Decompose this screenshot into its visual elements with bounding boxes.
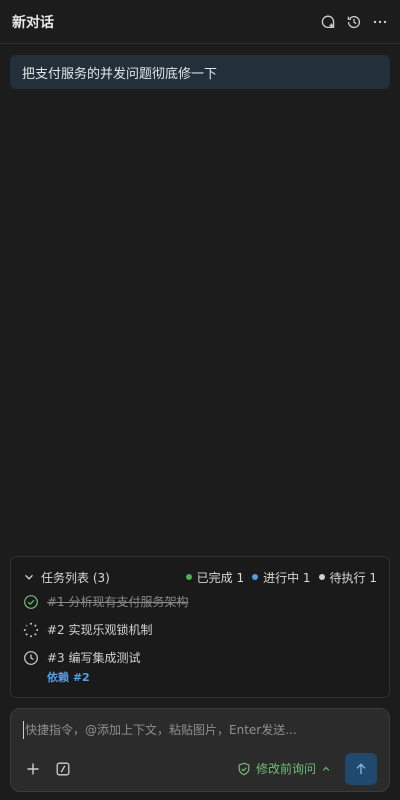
task-label: #3 编写集成测试 xyxy=(47,651,141,665)
status-dot-in-progress xyxy=(252,574,259,580)
task-label: #1 分析现有支付服务架构 xyxy=(47,595,189,609)
history-icon[interactable] xyxy=(346,14,362,30)
approval-mode-label: 修改前询问 xyxy=(255,762,316,776)
message-input[interactable] xyxy=(23,721,373,739)
task-item[interactable]: #2 实现乐观锁机制 xyxy=(23,622,377,650)
more-icon[interactable] xyxy=(372,14,388,30)
send-button[interactable] xyxy=(345,753,377,785)
composer: 修改前询问 xyxy=(10,708,390,792)
task-list-toggle[interactable]: 任务列表 (3) xyxy=(23,569,110,586)
approval-mode-select[interactable]: 修改前询问 xyxy=(237,760,331,777)
header: 新对话 xyxy=(0,0,400,44)
task-list-header: 任务列表 (3) 已完成 1 进行中 1 待执行 1 xyxy=(23,567,377,587)
stat-done: 已完成 1 xyxy=(185,569,245,586)
task-stats: 已完成 1 进行中 1 待执行 1 xyxy=(185,569,377,586)
shield-check-icon xyxy=(237,762,251,776)
slash-command-icon[interactable] xyxy=(55,761,71,777)
stat-pending: 待执行 1 xyxy=(318,569,377,586)
new-chat-icon[interactable] xyxy=(320,14,336,30)
header-actions xyxy=(320,14,388,30)
task-dependency-link[interactable]: 依赖 #2 xyxy=(47,669,141,685)
spinner-icon xyxy=(23,622,39,638)
chevron-up-icon xyxy=(321,764,331,774)
composer-tools xyxy=(25,761,71,777)
check-circle-icon xyxy=(23,594,39,610)
chat-app: 新对话 把支付服务的并发问题彻底修一下 任务列表 (3) 已完成 1 进行中 1… xyxy=(0,0,400,800)
task-item[interactable]: #3 编写集成测试 依赖 #2 xyxy=(23,650,377,685)
plus-icon[interactable] xyxy=(25,761,41,777)
status-dot-done xyxy=(185,574,192,580)
task-list-panel: 任务列表 (3) 已完成 1 进行中 1 待执行 1 #1 分析现有支付服务架构… xyxy=(10,556,390,698)
status-dot-pending xyxy=(318,574,325,580)
user-message: 把支付服务的并发问题彻底修一下 xyxy=(10,55,390,89)
page-title: 新对话 xyxy=(12,14,54,31)
stat-in-progress: 进行中 1 xyxy=(252,569,311,586)
chevron-down-icon xyxy=(23,571,35,583)
task-item[interactable]: #1 分析现有支付服务架构 xyxy=(23,594,377,622)
clock-icon xyxy=(23,650,39,666)
task-label: #2 实现乐观锁机制 xyxy=(47,623,153,637)
stat-done-label: 已完成 1 xyxy=(196,570,245,585)
stat-pending-label: 待执行 1 xyxy=(329,570,377,585)
task-list-title: 任务列表 (3) xyxy=(41,570,110,585)
task-list: #1 分析现有支付服务架构 #2 实现乐观锁机制 #3 编写集成测试 依赖 #2 xyxy=(23,594,377,685)
stat-in-progress-label: 进行中 1 xyxy=(263,570,311,585)
arrow-up-icon xyxy=(354,762,368,776)
